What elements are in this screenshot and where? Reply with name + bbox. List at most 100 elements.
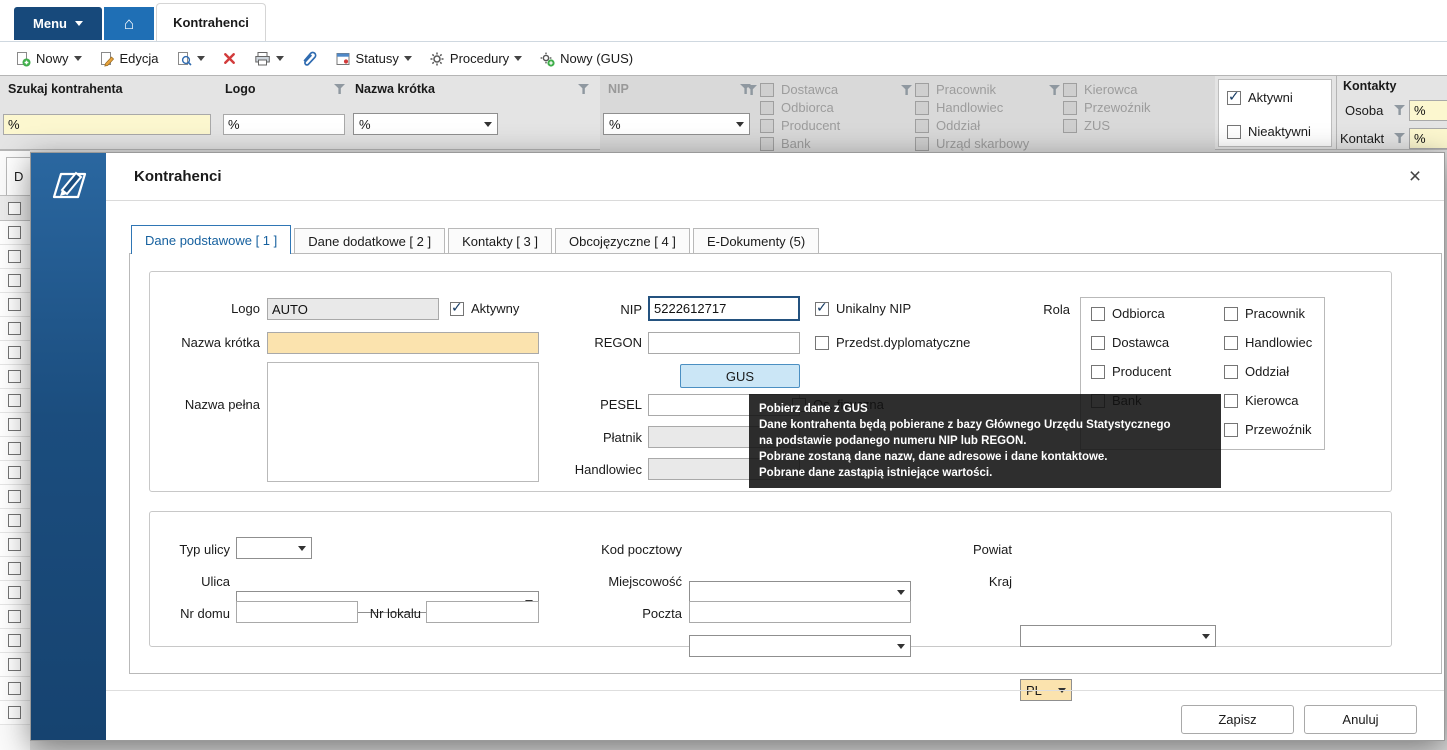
rola-oddzial-checkbox[interactable]: Oddział — [1224, 364, 1289, 379]
tab-obcojezyczne[interactable]: Obcojęzyczne [ 4 ] — [554, 228, 690, 254]
full-name-textarea[interactable] — [267, 362, 539, 482]
grid-row[interactable] — [0, 653, 30, 677]
filter-funnel-icon[interactable] — [1394, 133, 1405, 143]
unikalny-nip-checkbox[interactable]: Unikalny NIP — [815, 299, 911, 316]
edit-button[interactable]: Edycja — [92, 47, 166, 71]
row-checkbox[interactable] — [8, 586, 21, 599]
filter-funnel-icon[interactable] — [1394, 105, 1405, 115]
grid-row[interactable] — [0, 341, 30, 365]
rola-odbiorca-checkbox[interactable]: Odbiorca — [1091, 306, 1165, 321]
rola-przewoznik-checkbox[interactable]: Przewoźnik — [1224, 422, 1311, 437]
grid-row[interactable] — [0, 293, 30, 317]
grid-row[interactable] — [0, 413, 30, 437]
powiat-select[interactable] — [1020, 625, 1216, 647]
grid-row[interactable] — [0, 677, 30, 701]
grid-row[interactable] — [0, 317, 30, 341]
gus-button[interactable]: GUS — [680, 364, 800, 388]
row-checkbox[interactable] — [8, 394, 21, 407]
nip-input[interactable] — [648, 296, 800, 321]
cancel-button[interactable]: Anuluj — [1304, 705, 1417, 734]
grid-row[interactable] — [0, 461, 30, 485]
attachment-button[interactable] — [294, 46, 325, 71]
row-checkbox[interactable] — [8, 658, 21, 671]
short-name-filter-combo[interactable]: % — [353, 113, 498, 135]
grid-row[interactable] — [0, 437, 30, 461]
row-checkbox[interactable] — [8, 298, 21, 311]
row-checkbox[interactable] — [8, 514, 21, 527]
menu-button[interactable]: Menu — [14, 7, 102, 40]
statuses-button[interactable]: Statusy — [328, 47, 419, 71]
row-checkbox[interactable] — [8, 370, 21, 383]
filter-funnel-icon[interactable] — [334, 84, 345, 94]
print-button[interactable] — [247, 47, 291, 71]
row-checkbox[interactable] — [8, 346, 21, 359]
close-icon[interactable]: × — [1402, 164, 1428, 190]
new-button[interactable]: Nowy — [8, 47, 89, 71]
row-checkbox[interactable] — [8, 442, 21, 455]
logo-filter-input[interactable] — [223, 114, 345, 135]
select-all-checkbox[interactable] — [8, 201, 21, 215]
rola-kierowca-checkbox[interactable]: Kierowca — [1224, 393, 1298, 408]
nieaktywni-checkbox[interactable]: Nieaktywni — [1227, 124, 1311, 139]
grid-row[interactable] — [0, 701, 30, 725]
row-checkbox[interactable] — [8, 466, 21, 479]
row-checkbox[interactable] — [8, 322, 21, 335]
grid-row[interactable] — [0, 221, 30, 245]
grid-row[interactable] — [0, 269, 30, 293]
kod-pocztowy-select[interactable] — [689, 581, 911, 603]
row-checkbox[interactable] — [8, 682, 21, 695]
row-checkbox[interactable] — [8, 538, 21, 551]
miejscowosc-select[interactable] — [689, 635, 911, 657]
row-checkbox[interactable] — [8, 418, 21, 431]
save-button[interactable]: Zapisz — [1181, 705, 1294, 734]
nr-lokalu-input[interactable] — [426, 601, 539, 623]
grid-row[interactable] — [0, 605, 30, 629]
regon-input[interactable] — [648, 332, 800, 354]
home-tab[interactable]: ⌂ — [104, 7, 154, 40]
tab-kontakty[interactable]: Kontakty [ 3 ] — [448, 228, 552, 254]
procedures-button[interactable]: Procedury — [422, 47, 529, 71]
search-contractor-input[interactable] — [3, 114, 211, 135]
tab-e-dokumenty[interactable]: E-Dokumenty (5) — [692, 228, 820, 254]
grid-row[interactable] — [0, 245, 30, 269]
przedst-dyplomatyczne-checkbox[interactable]: Przedst.dyplomatyczne — [815, 335, 970, 350]
row-checkbox[interactable] — [8, 490, 21, 503]
tab-kontrahenci[interactable]: Kontrahenci — [156, 3, 266, 41]
delete-button[interactable] — [215, 47, 244, 70]
rola-handlowiec-checkbox[interactable]: Handlowiec — [1224, 335, 1312, 350]
filter-funnel-icon[interactable] — [578, 84, 589, 94]
row-checkbox[interactable] — [8, 610, 21, 623]
short-name-input[interactable] — [267, 332, 539, 354]
grid-row[interactable] — [0, 365, 30, 389]
row-checkbox[interactable] — [8, 562, 21, 575]
kontakt-filter-input[interactable] — [1409, 128, 1447, 149]
search-document-button[interactable] — [169, 47, 212, 71]
grid-row[interactable] — [0, 485, 30, 509]
row-checkbox[interactable] — [8, 274, 21, 287]
aktywni-checkbox[interactable]: Aktywni — [1227, 88, 1293, 105]
typ-ulicy-select[interactable] — [236, 537, 312, 559]
rola-pracownik-checkbox[interactable]: Pracownik — [1224, 306, 1305, 321]
nip-filter-combo[interactable]: % — [603, 113, 750, 135]
background-partial-tab[interactable]: D — [6, 157, 32, 195]
rola-dostawca-checkbox[interactable]: Dostawca — [1091, 335, 1169, 350]
new-gus-button[interactable]: Nowy (GUS) — [532, 47, 640, 71]
aktywny-checkbox[interactable]: Aktywny — [450, 299, 519, 316]
top-tab-bar: Menu ⌂ Kontrahenci — [0, 0, 1447, 42]
row-checkbox[interactable] — [8, 706, 21, 719]
grid-row[interactable] — [0, 629, 30, 653]
grid-row[interactable] — [0, 509, 30, 533]
rola-producent-checkbox[interactable]: Producent — [1091, 364, 1171, 379]
grid-row[interactable] — [0, 581, 30, 605]
nr-domu-input[interactable] — [236, 601, 358, 623]
grid-row[interactable] — [0, 533, 30, 557]
row-checkbox[interactable] — [8, 226, 21, 239]
grid-row[interactable] — [0, 557, 30, 581]
osoba-filter-input[interactable] — [1409, 100, 1447, 121]
row-checkbox[interactable] — [8, 634, 21, 647]
row-checkbox[interactable] — [8, 250, 21, 263]
tab-dane-dodatkowe[interactable]: Dane dodatkowe [ 2 ] — [294, 228, 446, 254]
grid-row[interactable] — [0, 389, 30, 413]
tab-dane-podstawowe[interactable]: Dane podstawowe [ 1 ] — [131, 225, 292, 254]
poczta-input[interactable] — [689, 601, 911, 623]
